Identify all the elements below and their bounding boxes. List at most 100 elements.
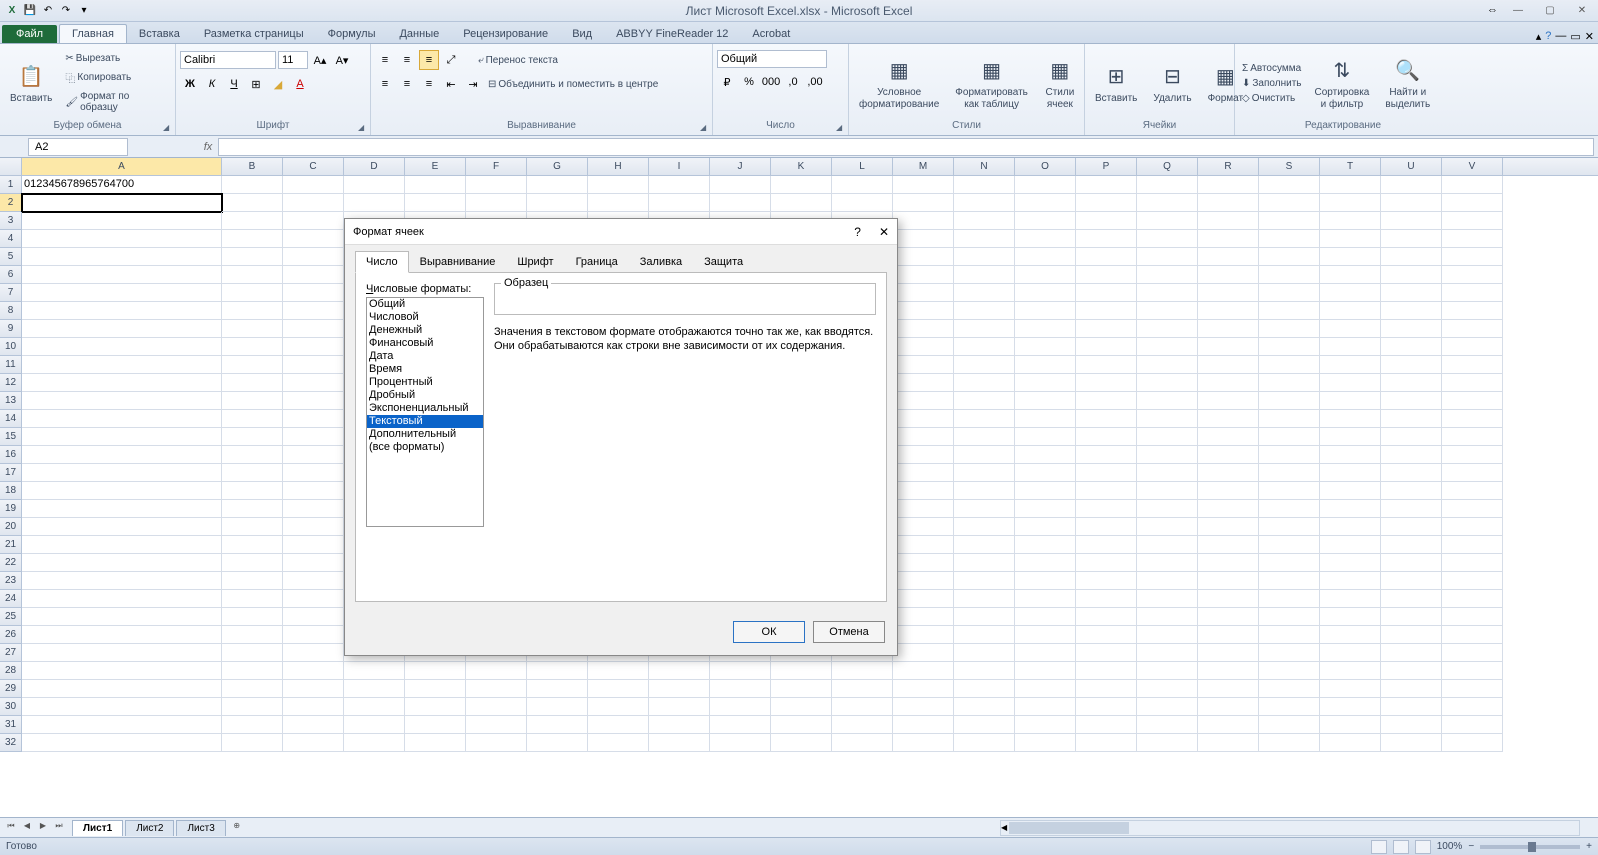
cell[interactable] <box>893 410 954 428</box>
cell[interactable] <box>1259 410 1320 428</box>
cell[interactable] <box>1381 428 1442 446</box>
cell[interactable] <box>283 320 344 338</box>
row-header[interactable]: 13 <box>0 392 22 410</box>
sheet-first-icon[interactable]: ⏮ <box>4 821 18 835</box>
cell[interactable]: 012345678965764700 <box>22 176 222 194</box>
tab-file[interactable]: Файл <box>2 25 57 43</box>
cell[interactable] <box>893 734 954 752</box>
row-header[interactable]: 25 <box>0 608 22 626</box>
cell[interactable] <box>954 320 1015 338</box>
cell[interactable] <box>22 320 222 338</box>
cell[interactable] <box>1015 734 1076 752</box>
col-header[interactable]: I <box>649 158 710 175</box>
cell[interactable] <box>1015 446 1076 464</box>
cell[interactable] <box>588 176 649 194</box>
cell[interactable] <box>1137 698 1198 716</box>
sheet-next-icon[interactable]: ▶ <box>36 821 50 835</box>
cell[interactable] <box>222 518 283 536</box>
cell[interactable] <box>954 626 1015 644</box>
cell[interactable] <box>1442 338 1503 356</box>
cell[interactable] <box>1076 716 1137 734</box>
cell[interactable] <box>1259 734 1320 752</box>
cell[interactable] <box>1259 194 1320 212</box>
cell[interactable] <box>466 698 527 716</box>
cell[interactable] <box>893 554 954 572</box>
cell[interactable] <box>466 734 527 752</box>
cell[interactable] <box>1320 590 1381 608</box>
category-item[interactable]: Дробный <box>367 389 483 402</box>
cell[interactable] <box>1320 302 1381 320</box>
cell-styles-button[interactable]: ▦Стили ячеек <box>1038 53 1082 113</box>
cell[interactable] <box>1381 446 1442 464</box>
category-item[interactable]: Время <box>367 363 483 376</box>
cell[interactable] <box>1259 716 1320 734</box>
cell[interactable] <box>1320 716 1381 734</box>
cell[interactable] <box>22 410 222 428</box>
cell[interactable] <box>344 176 405 194</box>
cell[interactable] <box>1015 518 1076 536</box>
col-header[interactable]: H <box>588 158 649 175</box>
cell[interactable] <box>1442 428 1503 446</box>
cell[interactable] <box>954 464 1015 482</box>
cell[interactable] <box>954 518 1015 536</box>
row-header[interactable]: 27 <box>0 644 22 662</box>
cell[interactable] <box>1137 338 1198 356</box>
cell[interactable] <box>954 356 1015 374</box>
tab-acrobat[interactable]: Acrobat <box>740 25 802 43</box>
cell[interactable] <box>771 680 832 698</box>
cell[interactable] <box>1259 644 1320 662</box>
cell[interactable] <box>1320 536 1381 554</box>
cell[interactable] <box>1015 572 1076 590</box>
cell[interactable] <box>405 716 466 734</box>
cell[interactable] <box>22 212 222 230</box>
view-pagebreak-icon[interactable] <box>1415 840 1431 854</box>
cell[interactable] <box>344 698 405 716</box>
cell[interactable] <box>283 338 344 356</box>
cell[interactable] <box>1259 572 1320 590</box>
cell[interactable] <box>344 734 405 752</box>
font-name-select[interactable] <box>180 51 276 69</box>
category-item[interactable]: Дополнительный <box>367 428 483 441</box>
cell[interactable] <box>893 392 954 410</box>
cell[interactable] <box>283 662 344 680</box>
cell[interactable] <box>1259 428 1320 446</box>
cell[interactable] <box>1442 662 1503 680</box>
cell[interactable] <box>1381 482 1442 500</box>
col-header[interactable]: K <box>771 158 832 175</box>
cell[interactable] <box>22 536 222 554</box>
cell[interactable] <box>283 554 344 572</box>
sort-filter-button[interactable]: ⇅Сортировка и фильтр <box>1308 53 1375 113</box>
tab-home[interactable]: Главная <box>59 24 127 43</box>
cell[interactable] <box>1381 392 1442 410</box>
row-header[interactable]: 20 <box>0 518 22 536</box>
cell[interactable] <box>1381 716 1442 734</box>
cell[interactable] <box>1442 680 1503 698</box>
cell[interactable] <box>1320 284 1381 302</box>
increase-decimal-icon[interactable]: ,0 <box>783 72 803 92</box>
cell[interactable] <box>466 680 527 698</box>
cell[interactable] <box>1442 320 1503 338</box>
cell[interactable] <box>1137 680 1198 698</box>
autosum-button[interactable]: ΣАвтосумма <box>1239 62 1304 75</box>
fx-icon[interactable]: fx <box>198 141 218 153</box>
tab-formulas[interactable]: Формулы <box>316 25 388 43</box>
cell[interactable] <box>1381 374 1442 392</box>
cell[interactable] <box>22 356 222 374</box>
col-header[interactable]: Q <box>1137 158 1198 175</box>
cell[interactable] <box>1259 176 1320 194</box>
cell[interactable] <box>22 428 222 446</box>
row-header[interactable]: 21 <box>0 536 22 554</box>
cell[interactable] <box>954 572 1015 590</box>
cell[interactable] <box>22 734 222 752</box>
cell[interactable] <box>344 662 405 680</box>
cell[interactable] <box>222 338 283 356</box>
cell[interactable] <box>1442 482 1503 500</box>
cell[interactable] <box>405 698 466 716</box>
cell[interactable] <box>1320 662 1381 680</box>
cell[interactable] <box>1442 554 1503 572</box>
cell[interactable] <box>1076 248 1137 266</box>
cell[interactable] <box>222 194 283 212</box>
cell[interactable] <box>954 176 1015 194</box>
cell[interactable] <box>222 644 283 662</box>
cell[interactable] <box>1198 410 1259 428</box>
